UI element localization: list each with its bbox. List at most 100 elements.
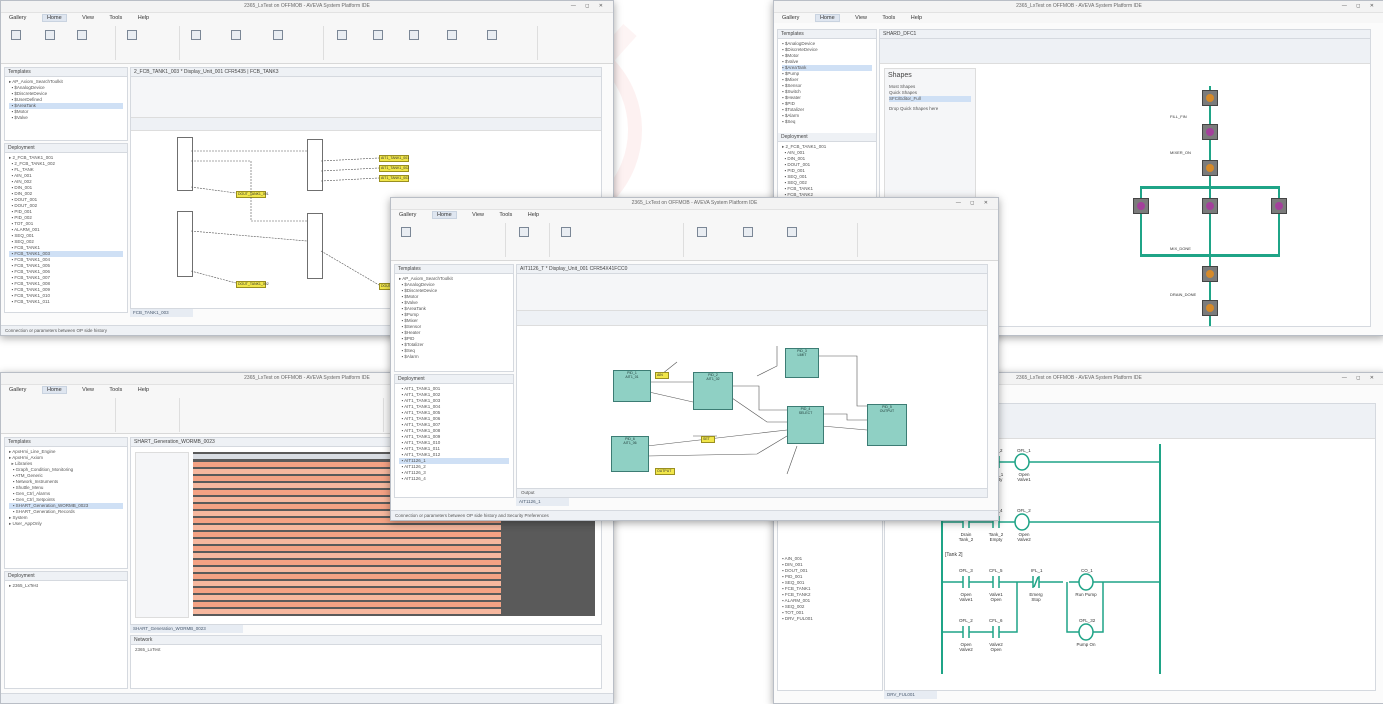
contact-desc: Emerg Stop xyxy=(1029,592,1043,602)
sfc-canvas[interactable]: FILL_FIN MIXER_ON MIX_DONE DRAIN_DONE xyxy=(980,66,1366,326)
sfc-step[interactable] xyxy=(1202,124,1218,140)
drawing-toolbar xyxy=(131,118,601,131)
sfc-link xyxy=(1140,186,1142,256)
menu-gallery[interactable]: Gallery xyxy=(9,387,26,393)
tag-label[interactable]: OUTPUT xyxy=(655,468,675,475)
new-icon[interactable] xyxy=(561,227,571,237)
menu-view[interactable]: View xyxy=(82,15,94,21)
sfc-divergence xyxy=(1140,186,1280,189)
tag-label[interactable]: SET xyxy=(701,436,715,443)
sfc-step[interactable] xyxy=(1133,198,1149,214)
fbd-canvas[interactable]: PID_1 AIT1_01 PID_2 AIT1_02 PID_3 LIMIT PID… xyxy=(517,326,987,487)
doc-tab[interactable]: DRV_FUL001 xyxy=(884,691,937,699)
templates-tree: ▪ $AnalogDevice ▪ $DiscreteDevice ▪ $Motor… xyxy=(778,39,876,127)
menu-tools[interactable]: Tools xyxy=(882,15,895,21)
window-controls[interactable]: — ◻ ✕ xyxy=(956,198,992,209)
open-icon[interactable] xyxy=(11,30,21,40)
table-row[interactable] xyxy=(193,588,501,593)
table-row[interactable] xyxy=(193,525,501,530)
sfc-step[interactable] xyxy=(1202,90,1218,106)
find-icon[interactable] xyxy=(787,227,797,237)
table-row[interactable] xyxy=(193,546,501,551)
tag-label[interactable]: AIN xyxy=(655,372,669,379)
ribbon-group-checkin xyxy=(687,223,858,257)
menu-home[interactable]: Home xyxy=(431,211,457,219)
assign-icon[interactable] xyxy=(487,30,497,40)
status-bar: Connection or parameters between OP side… xyxy=(391,510,998,520)
cut-icon[interactable] xyxy=(45,30,55,40)
table-row[interactable] xyxy=(193,602,501,607)
coil-desc: Open Valve2 xyxy=(1017,532,1031,542)
menu-help[interactable]: Help xyxy=(138,387,149,393)
menu-help[interactable]: Help xyxy=(528,212,539,218)
menu-tools[interactable]: Tools xyxy=(109,15,122,21)
window-controls[interactable]: — ◻ ✕ xyxy=(1342,373,1378,384)
templates-pane-header: Templates xyxy=(5,68,127,77)
fbd-block[interactable]: PID_2 AIT1_02 xyxy=(693,372,733,410)
window-controls[interactable]: — ◻ ✕ xyxy=(1342,1,1378,12)
import-icon[interactable] xyxy=(519,227,529,237)
coil-label: CO_1 xyxy=(1081,568,1093,573)
checkin-icon[interactable] xyxy=(373,30,383,40)
symbol-icon[interactable] xyxy=(273,30,283,40)
network-item[interactable]: 2365_LxTest xyxy=(135,647,597,653)
rung-comment: [Tank 2] xyxy=(945,552,963,558)
menu-view[interactable]: View xyxy=(472,212,484,218)
menu-bar: Gallery Home View Tools Help xyxy=(1,13,613,23)
menu-home[interactable]: Home xyxy=(41,14,67,22)
fbd-block[interactable]: PID_1 AIT1_01 xyxy=(613,370,651,402)
fbd-block[interactable]: PID_3 LIMIT xyxy=(785,348,819,378)
sfc-step[interactable] xyxy=(1271,198,1287,214)
table-row[interactable] xyxy=(193,539,501,544)
menu-gallery[interactable]: Gallery xyxy=(399,212,416,218)
ribbon-group-import xyxy=(509,223,550,257)
table-row[interactable] xyxy=(193,581,501,586)
doc-tab[interactable]: SHART_Generation_WORMB_0023 xyxy=(130,625,243,633)
menu-tools[interactable]: Tools xyxy=(499,212,512,218)
ribbon-group-import xyxy=(119,26,180,60)
templates-tree: ▸ AP_Axiom_SearchToolkit ▪ $AnalogDevice… xyxy=(399,276,453,359)
fbd-block[interactable]: PID_4 SELECT xyxy=(787,406,824,444)
sfc-step[interactable] xyxy=(1202,198,1218,214)
display-icon[interactable] xyxy=(337,30,347,40)
table-row[interactable] xyxy=(193,560,501,565)
menu-view[interactable]: View xyxy=(82,387,94,393)
table-row[interactable] xyxy=(193,574,501,579)
fbd-block[interactable]: PID_6 AIT1_06 xyxy=(611,436,649,472)
menu-home[interactable]: Home xyxy=(41,386,67,394)
shapes-item[interactable]: SFC/Editor_Full xyxy=(889,96,971,102)
save-icon[interactable] xyxy=(743,227,753,237)
doc-tab[interactable]: FCB_TANK1_003 xyxy=(130,309,193,317)
find-icon[interactable] xyxy=(447,30,457,40)
templates-pane: Templates ▸ AP_Axiom_SearchToolkit ▪ $An… xyxy=(4,67,128,141)
open-icon[interactable] xyxy=(401,227,411,237)
table-row[interactable] xyxy=(193,567,501,572)
templates-pane-header: Templates xyxy=(778,30,876,39)
window-controls[interactable]: — ◻ ✕ xyxy=(571,1,607,12)
network-pane: Network 2365_LxTest xyxy=(130,635,602,689)
template-icon[interactable] xyxy=(231,30,241,40)
table-row[interactable] xyxy=(193,609,501,614)
new-icon[interactable] xyxy=(191,30,201,40)
menu-gallery[interactable]: Gallery xyxy=(9,15,26,21)
table-row[interactable] xyxy=(193,532,501,537)
menu-gallery[interactable]: Gallery xyxy=(782,15,799,21)
sfc-step[interactable] xyxy=(1202,266,1218,282)
sfc-step[interactable] xyxy=(1202,300,1218,316)
table-row[interactable] xyxy=(193,553,501,558)
doc-tab[interactable]: AIT1126_1 xyxy=(516,498,569,506)
menu-tools[interactable]: Tools xyxy=(109,387,122,393)
menu-help[interactable]: Help xyxy=(138,15,149,21)
display-icon[interactable] xyxy=(697,227,707,237)
menu-help[interactable]: Help xyxy=(911,15,922,21)
save-icon[interactable] xyxy=(409,30,419,40)
transition-label: MIXER_ON xyxy=(1170,150,1191,155)
sfc-step[interactable] xyxy=(1202,160,1218,176)
menu-view[interactable]: View xyxy=(855,15,867,21)
fbd-block[interactable]: PID_5 OUTPUT xyxy=(867,404,907,446)
table-row[interactable] xyxy=(193,595,501,600)
properties-icon[interactable] xyxy=(77,30,87,40)
import-icon[interactable] xyxy=(127,30,137,40)
menu-home[interactable]: Home xyxy=(814,14,840,22)
deployment-pane-header: Deployment xyxy=(5,144,127,153)
